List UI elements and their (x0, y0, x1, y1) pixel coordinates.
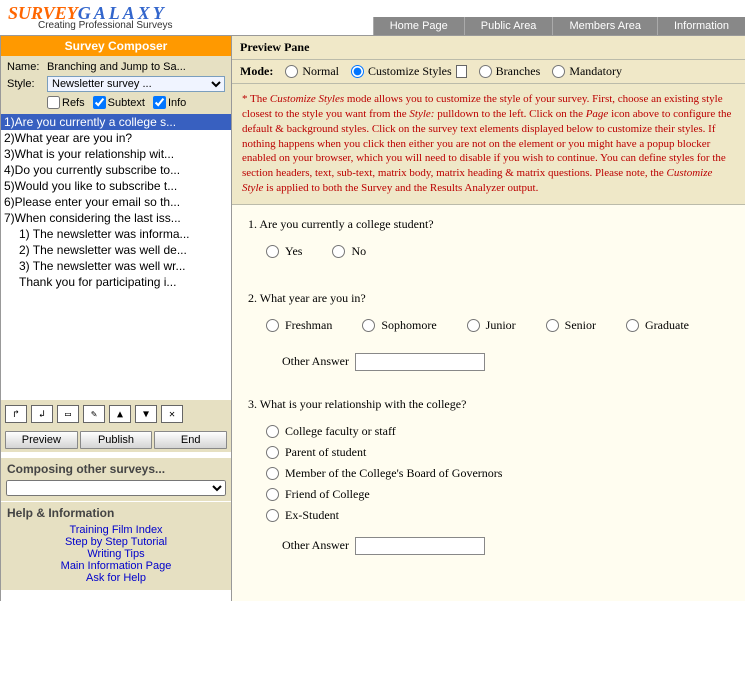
preview-pane: Preview Pane Mode: Normal Customize Styl… (232, 36, 745, 601)
list-item[interactable]: 2)What year are you in? (1, 130, 231, 146)
nav-information[interactable]: Information (657, 17, 745, 35)
q1-text[interactable]: 1. Are you currently a college student? (248, 217, 729, 232)
question-2: 2. What year are you in? Freshman Sophom… (248, 291, 729, 371)
list-item[interactable]: 2) The newsletter was well de... (1, 242, 231, 258)
q2-text[interactable]: 2. What year are you in? (248, 291, 729, 306)
list-item[interactable]: Thank you for participating i... (1, 274, 231, 290)
list-item[interactable]: 4)Do you currently subscribe to... (1, 162, 231, 178)
page-icon[interactable] (456, 65, 467, 78)
help-link[interactable]: Ask for Help (1, 572, 231, 584)
q2-opt[interactable]: Senior (546, 318, 596, 333)
compose-other-select[interactable] (6, 480, 226, 496)
name-label: Name: (7, 61, 47, 73)
move-up-icon[interactable]: ▲ (109, 405, 131, 423)
top-nav: Home Page Public Area Members Area Infor… (373, 17, 745, 35)
question-1: 1. Are you currently a college student? … (248, 217, 729, 265)
compose-other-title: Composing other surveys... (1, 458, 231, 480)
list-item[interactable]: 7)When considering the last iss... (1, 210, 231, 226)
nav-home[interactable]: Home Page (373, 17, 464, 35)
composer-title: Survey Composer (1, 36, 231, 56)
edit-icon[interactable]: ✎ (83, 405, 105, 423)
nav-public[interactable]: Public Area (464, 17, 553, 35)
help-link[interactable]: Writing Tips (1, 548, 231, 560)
left-panel: Survey Composer Name: Branching and Jump… (0, 36, 232, 601)
help-title: Help & Information (1, 501, 231, 524)
list-item[interactable]: 5)Would you like to subscribe t... (1, 178, 231, 194)
check-info[interactable]: Info (153, 96, 186, 109)
nav-members[interactable]: Members Area (552, 17, 657, 35)
logo-block: SURVEYGALAXY Creating Professional Surve… (0, 0, 181, 35)
mode-customize[interactable]: Customize Styles (351, 64, 467, 79)
tool-btn-1[interactable]: ↱ (5, 405, 27, 423)
q2-other-label: Other Answer (282, 354, 349, 369)
q3-opt[interactable]: Ex-Student (266, 508, 729, 523)
q1-opt-no[interactable]: No (332, 244, 366, 259)
q1-opt-yes[interactable]: Yes (266, 244, 302, 259)
preview-button[interactable]: Preview (5, 431, 78, 449)
help-link[interactable]: Training Film Index (1, 524, 231, 536)
style-select[interactable]: Newsletter survey ... (47, 76, 225, 92)
q2-opt[interactable]: Freshman (266, 318, 332, 333)
q2-opt[interactable]: Sophomore (362, 318, 436, 333)
tool-btn-2[interactable]: ↲ (31, 405, 53, 423)
q3-opt[interactable]: Friend of College (266, 487, 729, 502)
q2-opt[interactable]: Graduate (626, 318, 689, 333)
tagline: Creating Professional Surveys (38, 20, 173, 31)
q3-text[interactable]: 3. What is your relationship with the co… (248, 397, 729, 412)
mode-label: Mode: (240, 64, 273, 79)
mode-branches[interactable]: Branches (479, 64, 541, 79)
q3-other-input[interactable] (355, 537, 485, 555)
list-item[interactable]: 1) The newsletter was informa... (1, 226, 231, 242)
help-link[interactable]: Main Information Page (1, 560, 231, 572)
question-list[interactable]: 1)Are you currently a college s... 2)Wha… (1, 114, 231, 400)
mode-row: Mode: Normal Customize Styles Branches M… (232, 60, 745, 84)
toolbar: ↱ ↲ ▭ ✎ ▲ ▼ ✕ (1, 400, 231, 428)
tool-btn-3[interactable]: ▭ (57, 405, 79, 423)
list-item[interactable]: 3) The newsletter was well wr... (1, 258, 231, 274)
q3-opt[interactable]: College faculty or staff (266, 424, 729, 439)
preview-pane-title: Preview Pane (232, 36, 745, 60)
q2-opt[interactable]: Junior (467, 318, 516, 333)
help-link[interactable]: Step by Step Tutorial (1, 536, 231, 548)
q3-opt[interactable]: Member of the College's Board of Governo… (266, 466, 729, 481)
question-3: 3. What is your relationship with the co… (248, 397, 729, 555)
check-subtext[interactable]: Subtext (93, 96, 145, 109)
q2-other-input[interactable] (355, 353, 485, 371)
mode-normal[interactable]: Normal (285, 64, 339, 79)
header: SURVEYGALAXY Creating Professional Surve… (0, 0, 745, 36)
style-label: Style: (7, 78, 47, 90)
customize-note: * The Customize Styles mode allows you t… (232, 84, 745, 205)
list-item[interactable]: 3)What is your relationship wit... (1, 146, 231, 162)
q3-other-label: Other Answer (282, 538, 349, 553)
move-down-icon[interactable]: ▼ (135, 405, 157, 423)
list-item[interactable]: 1)Are you currently a college s... (1, 114, 231, 130)
q3-opt[interactable]: Parent of student (266, 445, 729, 460)
check-refs[interactable]: Refs (47, 96, 85, 109)
end-button[interactable]: End (154, 431, 227, 449)
publish-button[interactable]: Publish (80, 431, 153, 449)
list-item[interactable]: 6)Please enter your email so th... (1, 194, 231, 210)
survey-name: Branching and Jump to Sa... (47, 61, 186, 73)
delete-icon[interactable]: ✕ (161, 405, 183, 423)
mode-mandatory[interactable]: Mandatory (552, 64, 622, 79)
